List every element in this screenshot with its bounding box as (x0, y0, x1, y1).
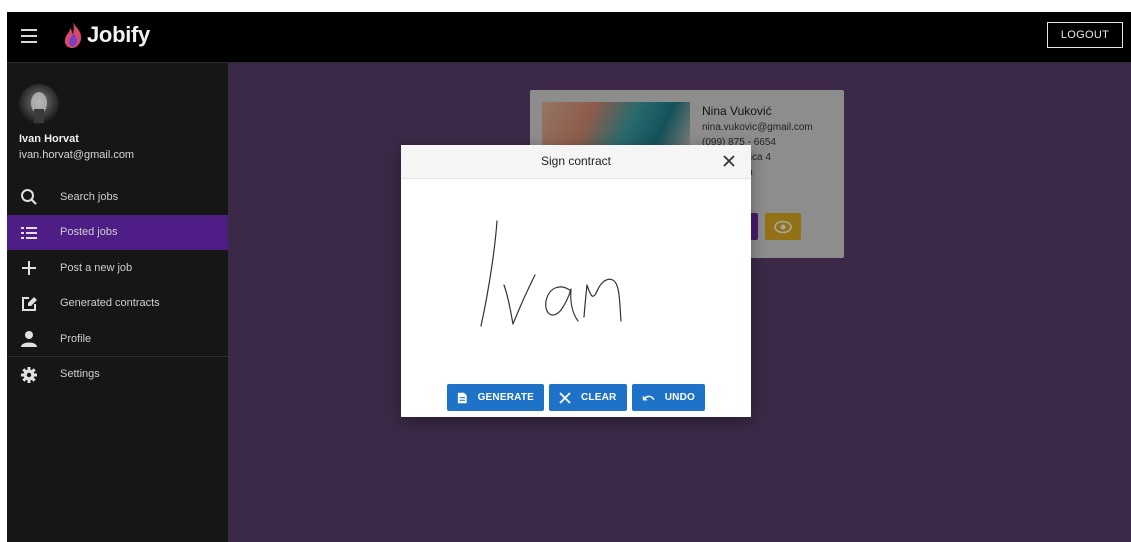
sidebar: Ivan Horvat ivan.horvat@gmail.com Search… (7, 63, 228, 542)
sign-contract-dialog: Sign contract GENERATE CLEAR UNDO (401, 145, 751, 417)
gear-icon (21, 366, 37, 383)
sidebar-item-posted-jobs[interactable]: Posted jobs (7, 214, 228, 250)
dialog-title: Sign contract (540, 154, 612, 168)
sidebar-nav: Search jobs Posted jobs Post a new job G… (7, 179, 228, 392)
sidebar-item-label: Posted jobs (60, 226, 118, 239)
undo-label: UNDO (664, 392, 695, 403)
sidebar-item-label: Post a new job (60, 261, 133, 274)
signature-strokes (480, 220, 622, 327)
sidebar-item-label: Generated contracts (60, 297, 160, 310)
dialog-actions: GENERATE CLEAR UNDO (447, 384, 705, 411)
document-icon (457, 392, 467, 403)
sidebar-item-label: Profile (60, 332, 92, 345)
person-icon (21, 331, 37, 347)
plus-icon (22, 261, 36, 275)
undo-icon (642, 395, 655, 400)
clear-icon (559, 391, 571, 404)
clear-label: CLEAR (581, 392, 617, 403)
sidebar-item-settings[interactable]: Settings (7, 357, 228, 393)
undo-button[interactable]: UNDO (632, 384, 705, 411)
brand-name: Jobify (87, 22, 150, 47)
sidebar-item-label: Settings (60, 368, 100, 381)
edit-icon (22, 296, 37, 311)
dialog-header: Sign contract (401, 145, 751, 179)
user-name: Ivan Horvat (19, 133, 79, 145)
app-bar: Jobify LOGOUT (7, 12, 1131, 63)
avatar[interactable] (19, 84, 59, 124)
logout-button[interactable]: LOGOUT (1047, 22, 1123, 48)
sidebar-item-post-new-job[interactable]: Post a new job (7, 250, 228, 286)
user-email: ivan.horvat@gmail.com (19, 149, 135, 161)
generate-button[interactable]: GENERATE (447, 384, 544, 411)
app-frame: Nina Vuković nina.vukovic@gmail.com (099… (7, 12, 1131, 542)
avatar-photo (31, 92, 47, 123)
menu-icon[interactable] (21, 29, 37, 43)
sidebar-item-search-jobs[interactable]: Search jobs (7, 179, 228, 215)
signature-pad[interactable] (401, 179, 751, 379)
sidebar-item-label: Search jobs (60, 190, 119, 203)
brand[interactable]: Jobify (62, 21, 150, 49)
generate-label: GENERATE (477, 392, 534, 403)
sidebar-item-generated-contracts[interactable]: Generated contracts (7, 286, 228, 322)
list-icon (21, 226, 37, 239)
sidebar-item-profile[interactable]: Profile (7, 321, 228, 357)
search-icon (21, 189, 37, 205)
clear-button[interactable]: CLEAR (549, 384, 627, 411)
flame-logo-icon (64, 22, 82, 48)
close-icon[interactable] (721, 153, 737, 169)
